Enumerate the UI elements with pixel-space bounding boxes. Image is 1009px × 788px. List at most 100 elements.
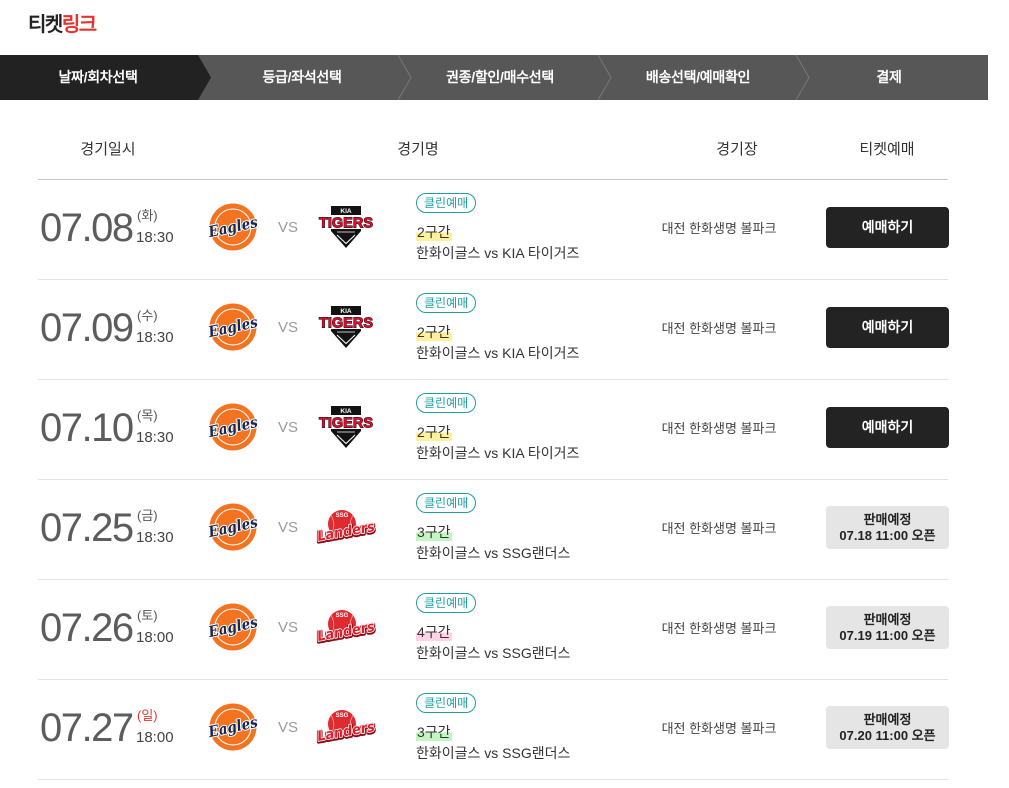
sale-scheduled-label: 판매예정 xyxy=(863,612,912,627)
vs-label: VS xyxy=(277,519,298,536)
eagles-logo: Eagles xyxy=(206,603,260,651)
tigers-logo: KIA TIGERS xyxy=(319,306,374,348)
step-ticket-type: 권종/할인/매수선택 xyxy=(446,69,554,85)
eagles-logo: Eagles xyxy=(206,303,260,351)
game-time: 18:00 xyxy=(136,629,174,646)
game-row: 07.25 (금) 18:30 Eagles VS SSG Landers La… xyxy=(38,480,949,580)
header-datetime: 경기일시 xyxy=(80,141,136,158)
game-weekday: (수) xyxy=(137,308,158,323)
game-time: 18:30 xyxy=(136,529,174,546)
game-weekday: (금) xyxy=(137,508,158,523)
sale-scheduled-label: 판매예정 xyxy=(863,512,912,527)
landers-logo: SSG Landers Landers xyxy=(314,710,378,748)
step-date-session: 날짜/회차선택 xyxy=(58,69,138,85)
tigers-logo: KIA TIGERS xyxy=(319,206,374,248)
clean-booking-badge: 클린예매 xyxy=(416,593,477,613)
sale-scheduled-notice: 판매예정 07.20 11:00 오픈 xyxy=(826,706,949,749)
landers-logo: SSG Landers Landers xyxy=(314,510,378,548)
game-date: 07.08 xyxy=(40,206,134,250)
zone-label: 2구간 xyxy=(416,323,452,341)
game-weekday: (일) xyxy=(137,708,158,723)
vs-label: VS xyxy=(277,219,298,236)
clean-booking-badge: 클린예매 xyxy=(416,493,477,513)
sale-scheduled-notice: 판매예정 07.19 11:00 오픈 xyxy=(826,606,949,649)
sale-open-time: 07.19 11:00 오픈 xyxy=(839,628,936,643)
step-payment: 결제 xyxy=(876,69,902,85)
step-grade-seat: 등급/좌석선택 xyxy=(262,69,342,85)
match-title: 한화이글스 vs KIA 타이거즈 xyxy=(416,245,580,261)
clean-booking-badge: 클린예매 xyxy=(416,193,477,213)
booking-steps: 날짜/회차선택 등급/좌석선택 권종/할인/매수선택 배송선택/예매확인 결제 xyxy=(0,55,988,100)
eagles-logo: Eagles xyxy=(206,703,260,751)
match-title: 한화이글스 vs SSG랜더스 xyxy=(416,745,571,761)
game-date: 07.26 xyxy=(40,606,134,650)
match-title: 한화이글스 vs SSG랜더스 xyxy=(416,545,571,561)
header-booking: 티켓예매 xyxy=(859,141,915,158)
venue-name: 대전 한화생명 볼파크 xyxy=(661,221,777,236)
venue-name: 대전 한화생명 볼파크 xyxy=(661,521,777,536)
eagles-logo: Eagles xyxy=(206,503,260,551)
vs-label: VS xyxy=(277,319,298,336)
game-row: 07.10 (목) 18:30 Eagles VS KIA TIGERS 클린예… xyxy=(38,380,949,480)
tigers-logo: KIA TIGERS xyxy=(319,406,374,448)
game-schedule-list: 07.08 (화) 18:30 Eagles VS KIA TIGERS 클린예… xyxy=(38,180,949,780)
sale-scheduled-notice: 판매예정 07.18 11:00 오픈 xyxy=(826,506,949,549)
zone-label: 4구간 xyxy=(416,623,452,641)
logo-text-link: 링크 xyxy=(61,14,97,36)
tigers-subline xyxy=(337,431,355,433)
game-date: 07.25 xyxy=(40,506,134,550)
header-match: 경기명 xyxy=(397,141,439,158)
clean-booking-badge: 클린예매 xyxy=(416,693,477,713)
match-title: 한화이글스 vs KIA 타이거즈 xyxy=(416,445,580,461)
game-time: 18:30 xyxy=(136,229,174,246)
game-row: 07.26 (토) 18:00 Eagles VS SSG Landers La… xyxy=(38,580,949,680)
vs-label: VS xyxy=(277,619,298,636)
match-title: 한화이글스 vs SSG랜더스 xyxy=(416,645,571,661)
game-date: 07.10 xyxy=(40,406,134,450)
eagles-logo: Eagles xyxy=(206,403,260,451)
venue-name: 대전 한화생명 볼파크 xyxy=(661,621,777,636)
ssg-emblem: SSG xyxy=(336,513,349,519)
eagles-logo: Eagles xyxy=(206,203,260,251)
landers-logo: SSG Landers Landers xyxy=(314,610,378,648)
book-button[interactable]: 예매하기 xyxy=(826,207,949,248)
vs-label: VS xyxy=(277,419,298,436)
clean-booking-badge: 클린예매 xyxy=(416,293,477,313)
tigers-wordmark: TIGERS xyxy=(319,315,373,332)
match-title: 한화이글스 vs KIA 타이거즈 xyxy=(416,345,580,361)
game-row: 07.27 (일) 18:00 Eagles VS SSG Landers La… xyxy=(38,680,949,780)
game-row: 07.08 (화) 18:30 Eagles VS KIA TIGERS 클린예… xyxy=(38,180,949,280)
sale-open-time: 07.20 11:00 오픈 xyxy=(839,728,936,743)
step-delivery-confirm: 배송선택/예매확인 xyxy=(645,69,751,85)
venue-name: 대전 한화생명 볼파크 xyxy=(661,321,777,336)
sale-scheduled-label: 판매예정 xyxy=(863,712,912,727)
tigers-wordmark: TIGERS xyxy=(319,415,373,432)
game-date: 07.27 xyxy=(40,706,134,750)
vs-label: VS xyxy=(277,719,298,736)
tigers-subline xyxy=(337,331,355,333)
clean-booking-badge: 클린예매 xyxy=(416,393,477,413)
venue-name: 대전 한화생명 볼파크 xyxy=(661,421,777,436)
zone-label: 3구간 xyxy=(416,523,452,541)
game-weekday: (화) xyxy=(137,208,158,223)
zone-label: 2구간 xyxy=(416,423,452,441)
game-time: 18:00 xyxy=(136,729,174,746)
book-button[interactable]: 예매하기 xyxy=(826,407,949,448)
logo-text-ticket: 티켓 xyxy=(28,14,63,36)
game-row: 07.09 (수) 18:30 Eagles VS KIA TIGERS 클린예… xyxy=(38,280,949,380)
header-venue: 경기장 xyxy=(716,141,758,158)
game-time: 18:30 xyxy=(136,329,174,346)
book-button[interactable]: 예매하기 xyxy=(826,307,949,348)
ssg-emblem: SSG xyxy=(336,713,349,719)
ticketlink-logo[interactable]: 티켓링크 xyxy=(28,13,97,37)
ssg-emblem: SSG xyxy=(336,613,349,619)
game-time: 18:30 xyxy=(136,429,174,446)
tigers-subline xyxy=(337,231,355,233)
zone-label: 2구간 xyxy=(416,223,452,241)
sale-open-time: 07.18 11:00 오픈 xyxy=(839,528,936,543)
game-weekday: (목) xyxy=(137,408,158,423)
schedule-table-header: 경기일시 경기명 경기장 티켓예매 xyxy=(38,122,948,180)
game-date: 07.09 xyxy=(40,306,134,350)
zone-label: 3구간 xyxy=(416,723,452,741)
tigers-wordmark: TIGERS xyxy=(319,215,373,232)
